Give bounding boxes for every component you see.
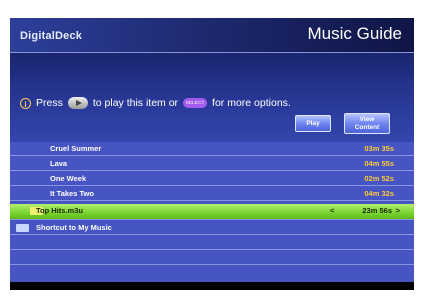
list-item-empty (10, 236, 414, 250)
folder-icon (16, 224, 29, 232)
prompt-text-3: for more options. (212, 97, 291, 109)
help-prompt: i Press to play this item or SELECT for … (20, 97, 291, 109)
header-bar: DigitalDeck Music Guide (10, 18, 414, 53)
right-marker: > (395, 206, 400, 215)
play-remote-icon (67, 97, 88, 109)
list-item[interactable]: Cruel Summer 03m 35s (10, 142, 414, 156)
left-marker: < (330, 206, 335, 215)
list-item[interactable]: Shortcut to My Music (10, 221, 414, 235)
track-name: It Takes Two (50, 189, 94, 198)
view-content-button[interactable]: View Content (344, 113, 390, 134)
list-item[interactable]: Lava 04m 55s (10, 157, 414, 171)
track-duration: 04m 32s (364, 189, 394, 198)
list-item[interactable]: One Week 02m 52s (10, 172, 414, 186)
info-icon: i (20, 97, 31, 109)
playlist-duration: 23m 56s (362, 206, 392, 215)
list-item[interactable]: It Takes Two 04m 32s (10, 187, 414, 201)
list-item-empty (10, 251, 414, 265)
playlist-name: Top Hits.m3u (36, 206, 83, 215)
brand-logo: DigitalDeck (20, 30, 83, 42)
shortcut-name: Shortcut to My Music (36, 223, 112, 232)
prompt-text-2: to play this item or (92, 97, 179, 109)
play-button[interactable]: Play (295, 115, 331, 132)
list-item-empty (10, 266, 414, 280)
track-duration: 04m 55s (364, 159, 394, 168)
track-name: Cruel Summer (50, 144, 102, 153)
screen: DigitalDeck Music Guide i Press to play … (10, 18, 414, 290)
track-name: Lava (50, 159, 68, 168)
list-item-selected[interactable]: Top Hits.m3u < 23m 56s > (10, 204, 414, 220)
music-list: Cruel Summer 03m 35s Lava 04m 55s One We… (10, 142, 414, 282)
track-duration: 03m 35s (364, 144, 394, 153)
view-content-label-2: Content (354, 124, 380, 131)
track-name: One Week (50, 174, 87, 183)
view-content-label-1: View (359, 116, 375, 123)
bottom-bar (10, 282, 414, 290)
page-title: Music Guide (307, 24, 402, 43)
select-remote-icon: SELECT (183, 98, 208, 108)
prompt-text-1: Press (36, 97, 63, 109)
track-duration: 02m 52s (364, 174, 394, 183)
